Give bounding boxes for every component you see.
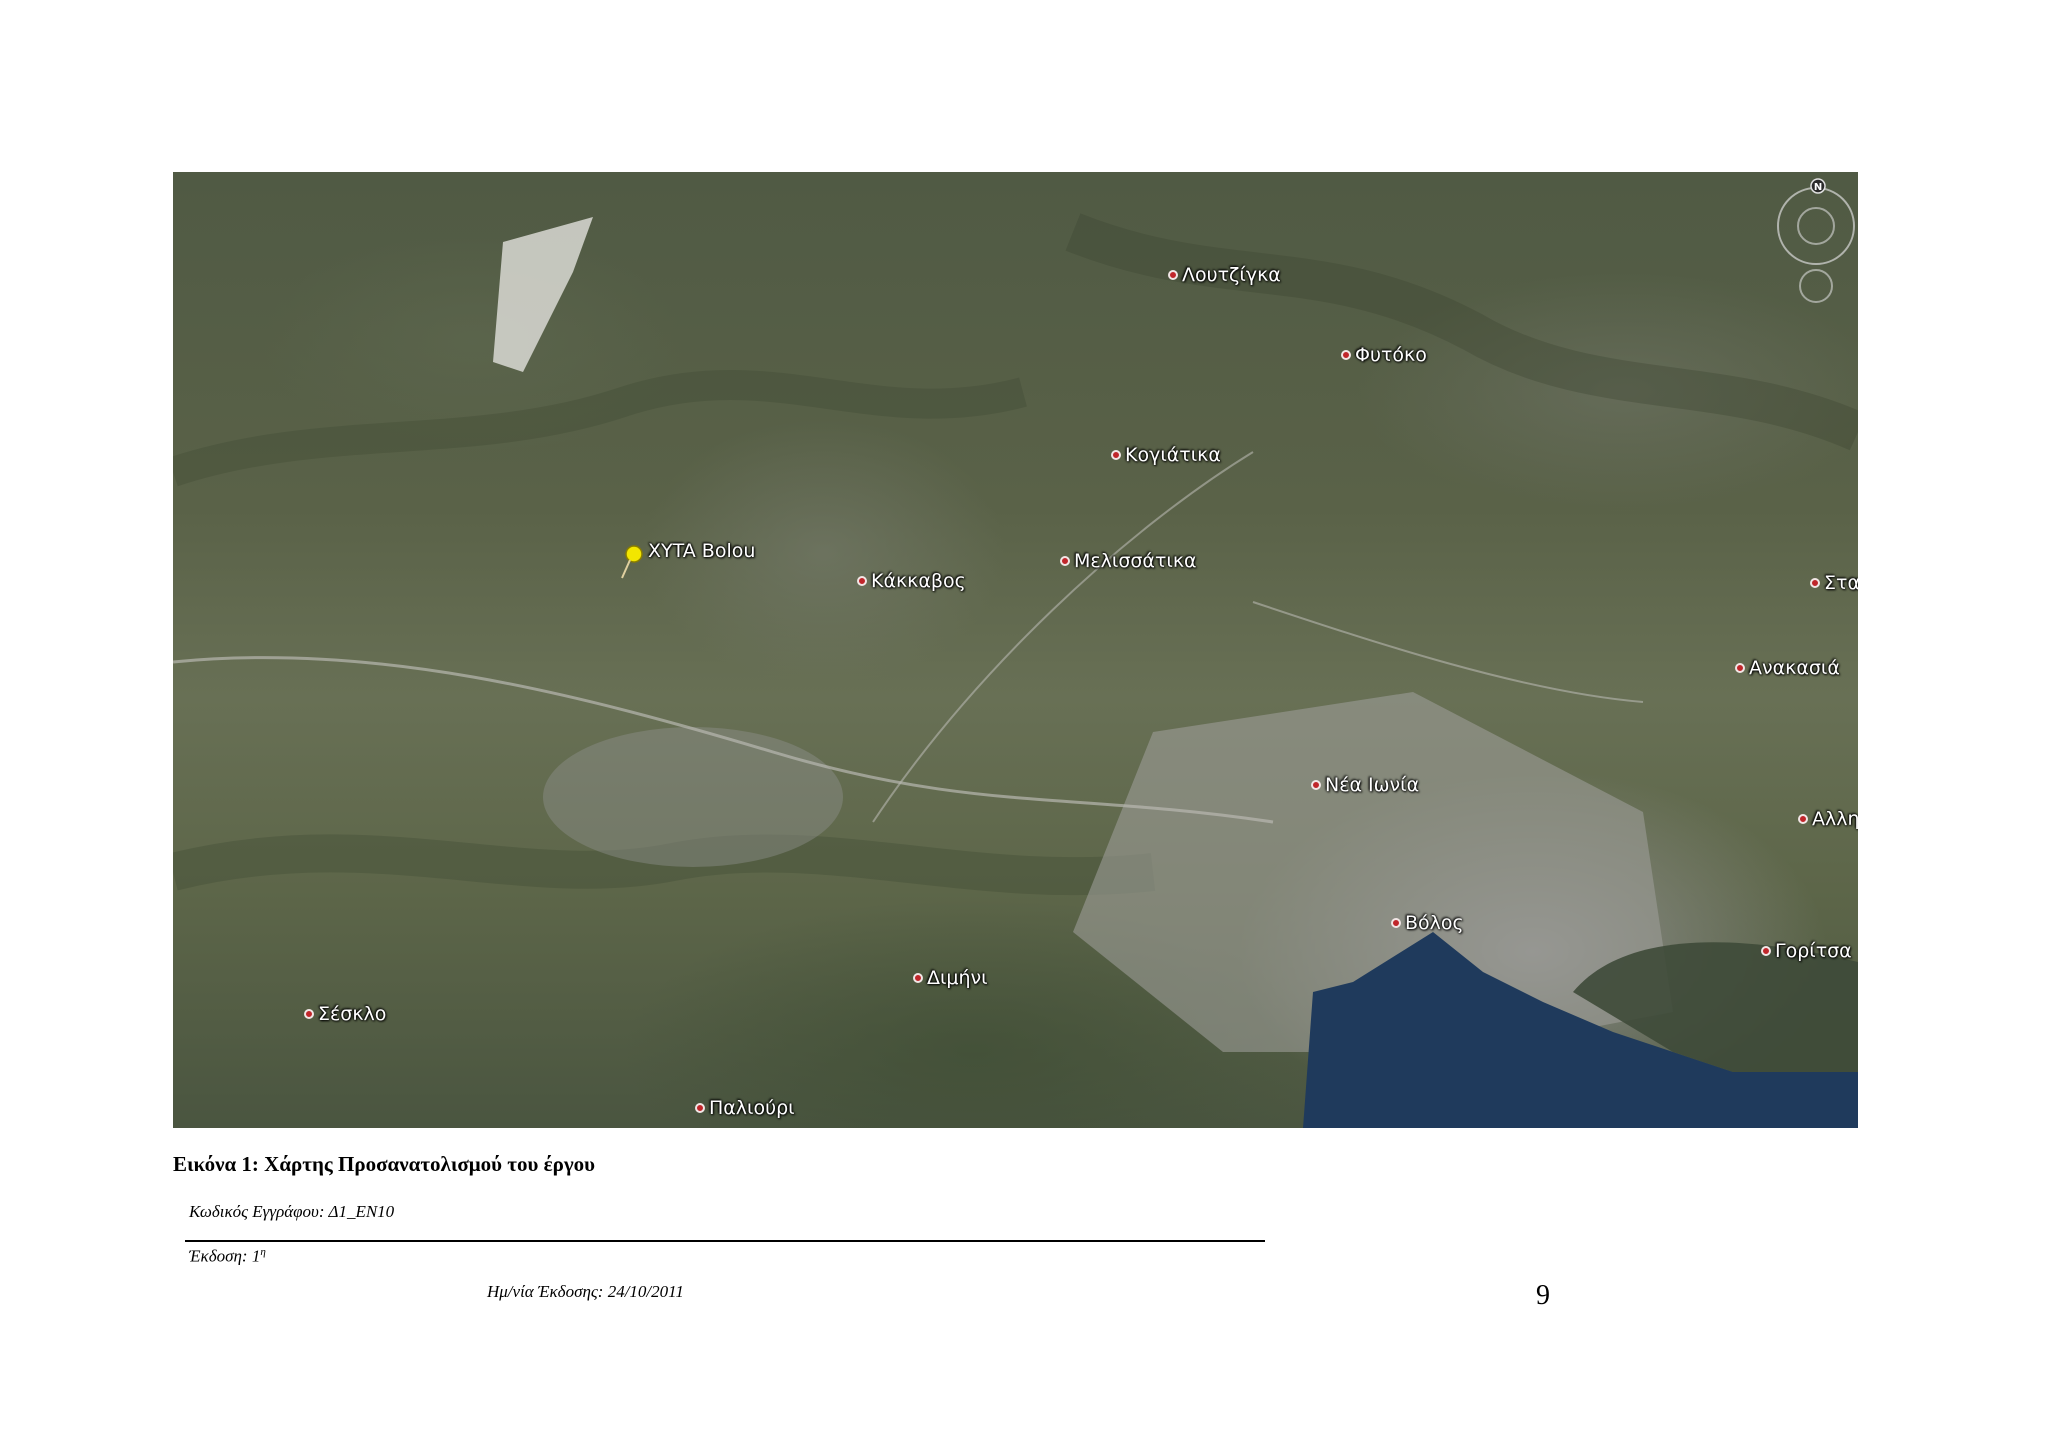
place-label: Σέσκλο: [318, 1003, 387, 1025]
place-dot-icon: [1168, 270, 1178, 280]
edition-superscript: η: [260, 1246, 266, 1258]
place-label: Φυτόκο: [1355, 344, 1427, 366]
edition-line: Έκδοση: 1η: [189, 1246, 266, 1267]
place-dot-icon: [1735, 663, 1745, 673]
place-label: Αλλη: [1812, 808, 1858, 830]
place-marker-kakkavos[interactable]: Κάκκαβος: [857, 570, 966, 592]
place-marker-fytoko[interactable]: Φυτόκο: [1341, 344, 1427, 366]
place-label: Λουτζίγκα: [1182, 264, 1281, 286]
edition-text: Έκδοση: 1: [189, 1246, 261, 1266]
place-dot-icon: [1111, 450, 1121, 460]
place-dot-icon: [1810, 578, 1820, 588]
place-dot-icon: [1798, 814, 1808, 824]
page-number: 9: [1536, 1280, 1550, 1311]
place-label: Κογιάτικα: [1125, 444, 1221, 466]
place-marker-volos[interactable]: Βόλος: [1391, 912, 1464, 934]
figure-caption: Εικόνα 1: Χάρτης Προσανατολισμού του έργ…: [173, 1152, 596, 1176]
place-marker-dimini[interactable]: Διμήνι: [913, 967, 988, 989]
place-marker-goritsa[interactable]: Γορίτσα: [1761, 940, 1852, 962]
pin-label: XYTA Bolou: [648, 540, 756, 562]
document-code: Κωδικός Εγγράφου: Δ1_ΕΝ10: [189, 1202, 395, 1221]
place-dot-icon: [1761, 946, 1771, 956]
place-dot-icon: [1341, 350, 1351, 360]
pushpin-icon: [621, 545, 643, 579]
place-dot-icon: [857, 576, 867, 586]
place-marker-anakasia[interactable]: Ανακασιά: [1735, 657, 1840, 679]
place-dot-icon: [913, 973, 923, 983]
place-dot-icon: [1060, 556, 1070, 566]
compass-icon[interactable]: N: [1776, 174, 1856, 304]
place-dot-icon: [695, 1103, 705, 1113]
place-label: Παλιούρι: [709, 1097, 795, 1119]
place-label: Γορίτσα: [1775, 940, 1852, 962]
place-marker-paliouri[interactable]: Παλιούρι: [695, 1097, 795, 1119]
place-dot-icon: [304, 1009, 314, 1019]
place-marker-sesklo[interactable]: Σέσκλο: [304, 1003, 386, 1025]
pin-marker-xyta[interactable]: XYTA Bolou: [618, 540, 755, 580]
place-label: Ανακασιά: [1749, 657, 1840, 679]
place-marker-nea-ionia[interactable]: Νέα Ιωνία: [1311, 774, 1419, 796]
satellite-map: Λουτζίγκα Φυτόκο Κογιάτικα Κάκκαβος Μελι…: [173, 172, 1858, 1128]
issue-date: Ημ/νία Έκδοσης: 24/10/2011: [487, 1282, 684, 1301]
place-dot-icon: [1311, 780, 1321, 790]
compass-north-label: N: [1814, 182, 1822, 193]
place-label: Κάκκαβος: [871, 570, 966, 592]
place-marker-alli[interactable]: Αλλη: [1798, 808, 1858, 830]
document-footer: Κωδικός Εγγράφου: Δ1_ΕΝ10 Έκδοση: 1η Ημ/…: [185, 1202, 1265, 1312]
place-dot-icon: [1391, 918, 1401, 928]
map-terrain: [173, 213, 1858, 1128]
place-marker-sta[interactable]: Στα: [1810, 572, 1858, 594]
footer-divider: [185, 1240, 1265, 1242]
place-label: Στα: [1824, 572, 1858, 594]
place-marker-kogiatika[interactable]: Κογιάτικα: [1111, 444, 1221, 466]
place-label: Βόλος: [1405, 912, 1464, 934]
place-label: Διμήνι: [927, 967, 988, 989]
place-marker-loutzigka[interactable]: Λουτζίγκα: [1168, 264, 1281, 286]
place-label: Μελισσάτικα: [1074, 550, 1197, 572]
place-label: Νέα Ιωνία: [1325, 774, 1420, 796]
place-marker-melissatika[interactable]: Μελισσάτικα: [1060, 550, 1197, 572]
